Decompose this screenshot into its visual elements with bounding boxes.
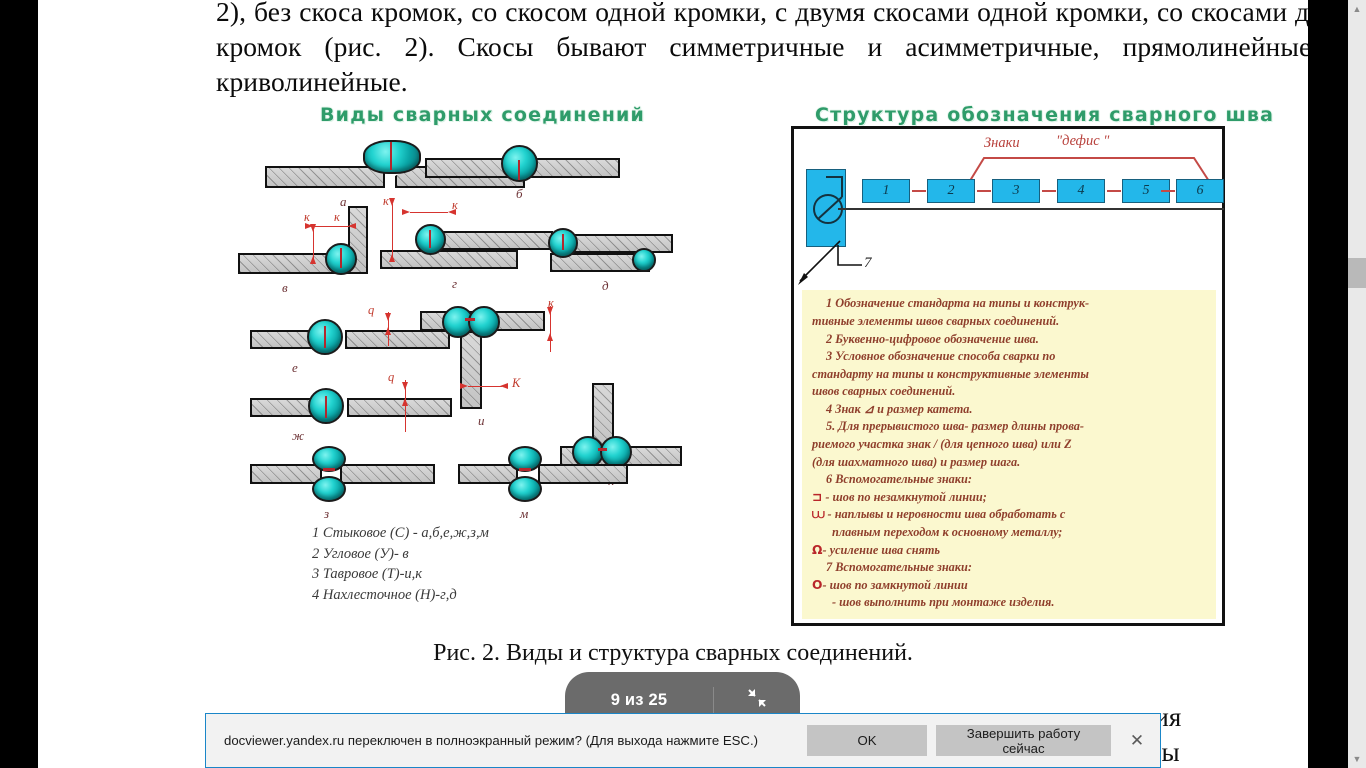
scrollbar-thumb[interactable]	[1348, 258, 1366, 288]
scroll-up-button[interactable]: ▲	[1348, 0, 1366, 18]
dim-label-q1: q	[368, 303, 375, 317]
figure-welded-joints: Виды сварных соединений а б к к в к к г …	[220, 98, 1273, 638]
defis-label: "дефис "	[1056, 133, 1110, 149]
notification-actions: OK Завершить работу сейчас ✕	[807, 724, 1154, 758]
note-line-16: 7 Вспомогательные знаки:	[826, 560, 972, 575]
joint-mark-g: г	[452, 276, 458, 291]
note-line-14: плавным переходом к основному металлу;	[832, 525, 1063, 540]
vertical-scrollbar[interactable]: ▲ ▼	[1348, 0, 1366, 768]
dim-label-k2: к	[334, 210, 340, 224]
note-line-5: стандарту на типы и конструктивные элеме…	[812, 366, 1089, 381]
joint-mark-i: и	[478, 413, 485, 428]
note-line-17: O- шов по замкнутой линии	[812, 577, 968, 592]
symbol-smooth-transition-icon: ⩊	[812, 507, 825, 522]
note-line-9: риемого участка знак / (для цепного шва)…	[812, 437, 1072, 452]
chevron-up-icon: ▲	[1352, 4, 1362, 14]
scroll-down-button[interactable]: ▼	[1348, 750, 1366, 768]
label-7: 7	[864, 255, 872, 271]
joint-mark-d: д	[602, 278, 609, 293]
symbol-remove-reinforcement-icon: Ω	[812, 542, 823, 557]
symbol-closed-line-icon: O	[812, 577, 823, 592]
joint-mark-zh: ж	[292, 428, 305, 443]
designation-box-6: 6	[1176, 179, 1224, 203]
figure-caption: Рис. 2. Виды и структура сварных соедине…	[433, 640, 913, 666]
joint-mark-m: м	[520, 506, 529, 521]
note-line-1: 1 Обозначение стандарта на типы и констр…	[826, 296, 1090, 311]
document-paragraph: 2), без скоса кромок, со скосом одной кр…	[216, 0, 1308, 97]
dim-label-k5: к	[548, 296, 554, 310]
designation-box-4: 4	[1057, 179, 1105, 203]
notification-quit-button[interactable]: Завершить работу сейчас	[936, 725, 1111, 756]
legend-item-3: 3 Тавровое (Т)-и,к	[312, 566, 423, 582]
note-line-4: 3 Условное обозначение способа сварки по	[826, 349, 1056, 364]
note-line-7: 4 Знак ⊿ и размер катета.	[826, 401, 973, 416]
symbol-open-line-icon: ⊐	[812, 489, 823, 504]
designation-box-2: 2	[927, 179, 975, 203]
legend-item-2: 2 Угловое (У)- в	[312, 545, 409, 562]
znaki-label: Знаки	[984, 135, 1020, 151]
designation-box-1: 1	[862, 179, 910, 203]
legend-item-1: 1 Стыковое (С) - а,б,е,ж,з,м	[312, 525, 489, 541]
note-line-12: ⊐ - шов по незамкнутой линии;	[812, 489, 987, 504]
dim-label-k3: к	[383, 194, 389, 208]
note-line-11: 6 Вспомогательные знаки:	[826, 472, 972, 487]
joint-mark-b: б	[516, 186, 523, 201]
note-line-15: Ω- усиление шва снять	[812, 542, 941, 557]
dim-label-k1: к	[304, 210, 310, 224]
note-line-2: тивные элементы швов сварных соединений.	[812, 313, 1060, 328]
designation-note: 1 Обозначение стандарта на типы и констр…	[802, 290, 1216, 619]
exit-fullscreen-icon	[748, 688, 766, 707]
notification-close-button[interactable]: ✕	[1120, 724, 1154, 758]
page-indicator-label: 9 из 25	[610, 690, 668, 709]
dim-label-k4: к	[452, 198, 458, 212]
weld-designation-frame: Знаки "дефис " 7 1 2 3 4 5 6 1 Обозначен…	[791, 126, 1225, 626]
weld-designation-panel: Структура обозначения сварного шва Знаки…	[785, 98, 1273, 638]
notification-ok-button[interactable]: OK	[807, 725, 927, 756]
note-line-18: - шов выполнить при монтаже изделия.	[832, 595, 1055, 610]
joint-mark-e: е	[292, 360, 298, 375]
chevron-down-icon: ▼	[1352, 754, 1362, 764]
note-line-6: швов сварных соединений.	[812, 384, 956, 399]
page-indicator-pill[interactable]: 9 из 25	[565, 672, 800, 718]
weld-types-legend: 1 Стыковое (С) - а,б,е,ж,з,м 2 Угловое (…	[312, 523, 489, 605]
weld-types-panel: Виды сварных соединений а б к к в к к г …	[220, 98, 720, 638]
designation-box-3: 3	[992, 179, 1040, 203]
joint-mark-v: в	[282, 280, 288, 295]
legend-item-4: 4 Нахлесточное (Н)-г,д	[312, 586, 457, 603]
note-line-10: (для шахматного шва) и размер шага.	[812, 454, 1021, 469]
notification-message: docviewer.yandex.ru переключен в полноэк…	[224, 733, 758, 748]
weld-designation-title: Структура обозначения сварного шва	[815, 104, 1275, 126]
joint-mark-a: а	[340, 194, 347, 209]
exit-fullscreen-button[interactable]	[714, 677, 800, 714]
joint-mark-z: з	[324, 506, 330, 521]
dim-label-q2: q	[388, 370, 395, 384]
fullscreen-notification-bar: docviewer.yandex.ru переключен в полноэк…	[205, 713, 1161, 768]
browser-viewport: 2), без скоса кромок, со скосом одной кр…	[0, 0, 1366, 768]
leader-arrow	[798, 240, 862, 285]
document-page: 2), без скоса кромок, со скосом одной кр…	[38, 0, 1308, 768]
close-icon: ✕	[1129, 730, 1145, 750]
weld-types-title: Виды сварных соединений	[320, 104, 646, 126]
note-line-13: ⩊ - наплывы и неровности шва обработать …	[812, 507, 1066, 522]
note-line-3: 2 Буквенно-цифровое обозначение шва.	[826, 331, 1039, 346]
dim-label-K6: К	[512, 376, 521, 390]
note-line-8: 5. Для прерывистого шва- размер длины пр…	[826, 419, 1084, 434]
